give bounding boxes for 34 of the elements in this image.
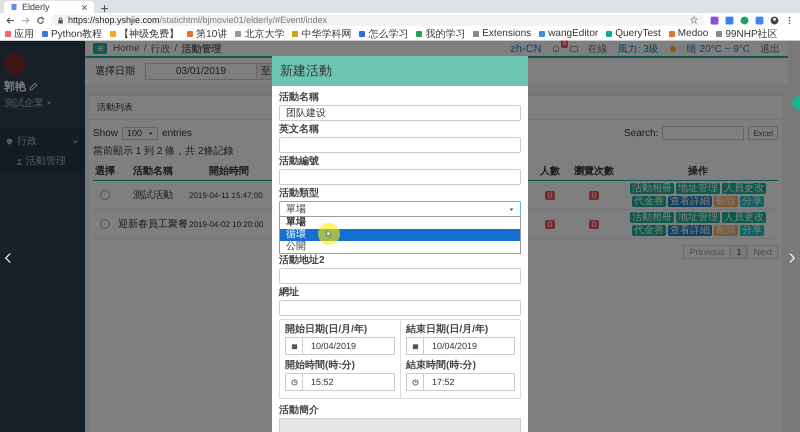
column-header: 活動名稱 [117, 162, 189, 181]
weather-text: 晴 20°C ~ 9°C [686, 42, 750, 56]
field-label: 活動類型 [279, 188, 320, 199]
column-header: 開始時間 [189, 162, 269, 181]
field-label: 開始時間(時:分) [285, 360, 356, 371]
breadcrumb-separator: / [144, 43, 146, 54]
filter-label: 選擇日期 [95, 64, 135, 78]
modal-title: 新建活動 [280, 62, 332, 80]
field-label: 活動簡介 [279, 405, 320, 416]
field-label: 結束時間(時:分) [406, 360, 477, 371]
breadcrumb-separator: / [174, 43, 178, 54]
column-header: 選擇 [93, 162, 117, 181]
column-header: 人數 [530, 162, 570, 181]
status-text: 在線 [588, 42, 608, 56]
field-label: 開始日期(日/月/年) [285, 324, 368, 335]
search-label: Search: [624, 128, 658, 138]
table-cell: 迎新春員工聚餐 [117, 210, 189, 239]
wind-text: 風力: 3級 [618, 42, 659, 56]
field-label: 結束日期(日/月/年) [406, 324, 490, 335]
tab-title: Elderly [22, 2, 51, 12]
field-label: 活動編號 [279, 156, 320, 167]
table-cell: 測試活動 [117, 181, 189, 210]
table-cell: 2019-04-02 10:20:00 [189, 220, 264, 228]
table-cell: 2019-04-11 15:47:00 [189, 190, 263, 200]
field-label: 活動地址2 [279, 255, 326, 266]
column-header: 操作 [618, 162, 778, 181]
field-label: 英文名稱 [279, 124, 320, 135]
entries-label: entries [162, 128, 192, 138]
user-name: 郭艳 [4, 80, 26, 94]
column-header: 瀏覽次數 [570, 162, 618, 181]
show-label: Show [93, 128, 118, 138]
url-text: https://shop.yshjie.com/statichtml/bjmovie01/elderly/#Event/index [68, 15, 328, 25]
field-label: 網址 [279, 287, 300, 298]
table-info: 當前顯示 1 到 2 條，共 2條記錄 [93, 144, 234, 158]
